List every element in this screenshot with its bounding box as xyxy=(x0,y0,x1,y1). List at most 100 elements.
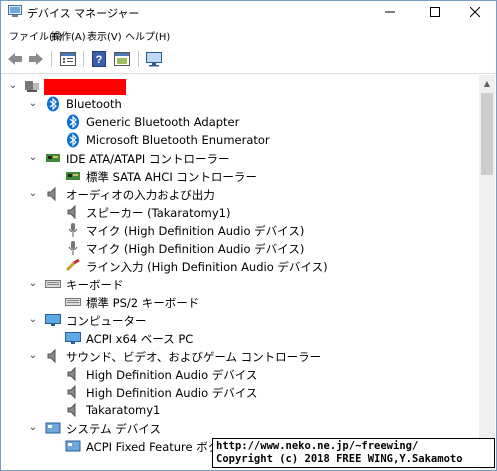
tree-category-audio-io[interactable]: ⌄ オーディオの入力および出力 xyxy=(2,185,479,203)
toolbar-separator xyxy=(83,51,84,67)
system-device-icon xyxy=(45,422,61,434)
device-label: 標準 SATA AHCI コントローラー xyxy=(86,170,257,184)
device-label: ACPI x64 ベース PC xyxy=(86,332,194,346)
tree-device[interactable]: Generic Bluetooth Adapter xyxy=(2,113,479,131)
tree-category-bluetooth[interactable]: ⌄ Bluetooth xyxy=(2,95,479,113)
category-label: サウンド、ビデオ、およびゲーム コントローラー xyxy=(66,350,322,364)
tree-category-keyboard[interactable]: ⌄ キーボード xyxy=(2,275,479,293)
microphone-icon xyxy=(68,223,78,237)
speaker-icon xyxy=(47,186,56,202)
close-icon xyxy=(470,7,480,17)
bluetooth-icon xyxy=(67,132,79,148)
category-label: IDE ATA/ATAPI コントローラー xyxy=(66,152,230,166)
menu-view[interactable]: 表示(V) xyxy=(87,28,122,43)
speaker-icon xyxy=(47,348,56,364)
tree-root[interactable]: ⌄ xyxy=(2,77,479,95)
collapse-arrow-icon[interactable]: ⌄ xyxy=(8,80,18,92)
system-device-icon xyxy=(65,440,81,452)
watermark-copyright: Copyright (c) 2018 FREE WING,Y.Sakamoto xyxy=(216,453,463,465)
keyboard-icon xyxy=(65,298,81,306)
tree-device[interactable]: High Definition Audio デバイス xyxy=(2,383,479,401)
tree-category-computer[interactable]: ⌄ コンピューター xyxy=(2,311,479,329)
tree-device[interactable]: マイク (High Definition Audio デバイス) xyxy=(2,239,479,257)
ide-controller-icon xyxy=(46,154,60,162)
collapse-arrow-icon[interactable]: ⌄ xyxy=(28,152,38,164)
scan-hardware-button[interactable] xyxy=(145,50,163,68)
tree-category-ide[interactable]: ⌄ IDE ATA/ATAPI コントローラー xyxy=(2,149,479,167)
tree-category-system[interactable]: ⌄ システム デバイス xyxy=(2,419,479,437)
collapse-arrow-icon[interactable]: ⌄ xyxy=(28,188,38,200)
device-manager-icon xyxy=(8,5,22,17)
vertical-scrollbar[interactable]: ▲ ▼ xyxy=(479,75,495,470)
scroll-thumb[interactable] xyxy=(481,93,493,175)
category-label: キーボード xyxy=(66,278,124,292)
device-label: High Definition Audio デバイス xyxy=(86,368,258,382)
ide-controller-icon xyxy=(66,172,80,180)
device-label: Microsoft Bluetooth Enumerator xyxy=(86,133,270,147)
forward-arrow-icon xyxy=(29,53,43,65)
tree-device[interactable]: Microsoft Bluetooth Enumerator xyxy=(2,131,479,149)
window-title: デバイス マネージャー xyxy=(27,7,140,20)
title-bar[interactable]: デバイス マネージャー xyxy=(1,1,496,23)
collapse-arrow-icon[interactable]: ⌄ xyxy=(28,350,38,362)
collapse-arrow-icon[interactable]: ⌄ xyxy=(28,422,38,434)
device-label: Takaratomy1 xyxy=(86,403,161,417)
device-label: ACPI Fixed Feature ボタン xyxy=(86,440,231,454)
category-label: コンピューター xyxy=(66,314,147,328)
computer-icon xyxy=(25,81,39,92)
tree-device[interactable]: マイク (High Definition Audio デバイス) xyxy=(2,221,479,239)
category-label: システム デバイス xyxy=(66,422,161,436)
close-button[interactable] xyxy=(454,1,496,23)
tree-category-sound[interactable]: ⌄ サウンド、ビデオ、およびゲーム コントローラー xyxy=(2,347,479,365)
copyright-watermark: http://www.neko.ne.jp/~freewing/ Copyrig… xyxy=(212,438,495,468)
toolbar-separator xyxy=(51,51,52,67)
tree-device[interactable]: Takaratomy1 xyxy=(2,401,479,419)
back-button[interactable] xyxy=(6,50,24,68)
properties-button[interactable] xyxy=(59,50,77,68)
device-label: マイク (High Definition Audio デバイス) xyxy=(86,224,305,238)
tree-device[interactable]: 標準 PS/2 キーボード xyxy=(2,293,479,311)
tree-device[interactable]: ライン入力 (High Definition Audio デバイス) xyxy=(2,257,479,275)
device-label: スピーカー (Takaratomy1) xyxy=(86,206,231,220)
tree-device[interactable]: スピーカー (Takaratomy1) xyxy=(2,203,479,221)
tree-device[interactable]: High Definition Audio デバイス xyxy=(2,365,479,383)
scroll-up-button[interactable]: ▲ xyxy=(479,75,495,91)
minimize-icon xyxy=(385,11,395,13)
maximize-icon xyxy=(430,7,440,17)
category-label: オーディオの入力および出力 xyxy=(66,188,215,202)
collapse-arrow-icon[interactable]: ⌄ xyxy=(28,278,38,290)
svg-text:?: ? xyxy=(96,54,103,66)
tree-device[interactable]: 標準 SATA AHCI コントローラー xyxy=(2,167,479,185)
toolbar: ? xyxy=(1,45,496,74)
bluetooth-icon xyxy=(47,96,59,112)
device-manager-window: デバイス マネージャー ファイル(F) 操作(A) 表示(V) ヘルプ(H) ?… xyxy=(0,0,497,471)
monitor-icon xyxy=(146,52,162,67)
speaker-icon xyxy=(67,204,76,220)
menu-help[interactable]: ヘルプ(H) xyxy=(125,28,170,43)
bluetooth-icon xyxy=(67,114,79,130)
device-label: ライン入力 (High Definition Audio デバイス) xyxy=(86,260,328,274)
device-tree: ⌄ ⌄ Bluetooth Generic Bluetooth Adapter xyxy=(2,75,479,470)
device-label: Generic Bluetooth Adapter xyxy=(86,115,240,129)
speaker-icon xyxy=(67,366,76,382)
device-label: 標準 PS/2 キーボード xyxy=(86,296,200,310)
collapse-arrow-icon[interactable]: ⌄ xyxy=(28,98,38,110)
minimize-button[interactable] xyxy=(369,1,411,23)
update-driver-icon xyxy=(114,52,130,66)
update-driver-button[interactable] xyxy=(113,50,131,68)
menu-action[interactable]: 操作(A) xyxy=(51,28,86,43)
maximize-button[interactable] xyxy=(414,1,456,23)
toolbar-separator xyxy=(138,51,139,67)
collapse-arrow-icon[interactable]: ⌄ xyxy=(28,314,38,326)
back-arrow-icon xyxy=(8,53,22,65)
tree-device[interactable]: ACPI x64 ベース PC xyxy=(2,329,479,347)
watermark-url: http://www.neko.ne.jp/~freewing/ xyxy=(216,440,419,452)
line-in-cable-icon xyxy=(65,258,80,272)
properties-icon xyxy=(60,52,76,66)
help-button[interactable]: ? xyxy=(90,50,108,68)
category-label: Bluetooth xyxy=(66,97,122,111)
speaker-icon xyxy=(67,384,76,400)
forward-button[interactable] xyxy=(27,50,45,68)
keyboard-icon xyxy=(45,280,61,288)
help-icon: ? xyxy=(92,51,106,67)
